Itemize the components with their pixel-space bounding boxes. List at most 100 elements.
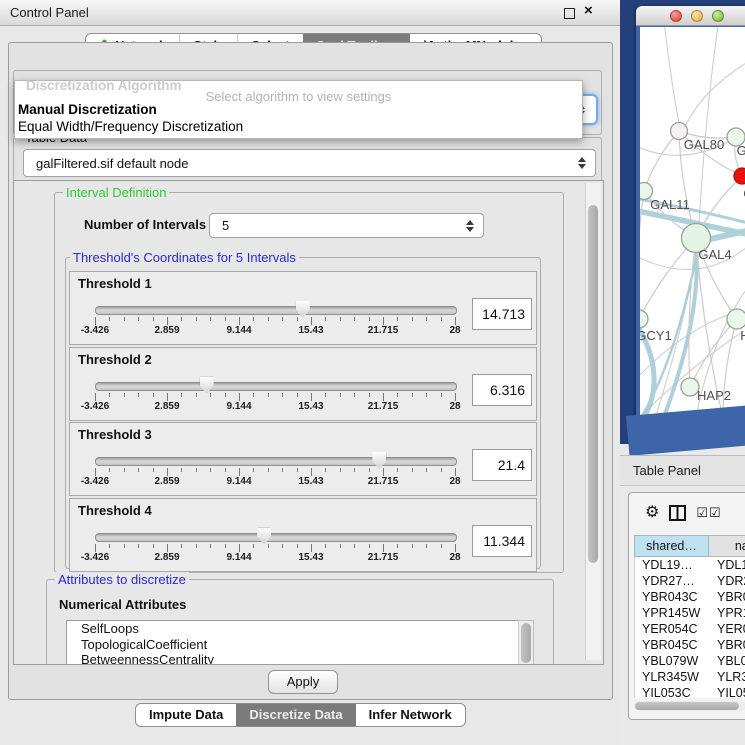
table-row[interactable]: YLR345WYLR34 xyxy=(635,669,745,685)
threshold-value-field[interactable]: 21.4 xyxy=(472,449,532,481)
cell-shared-name: YIL053C xyxy=(635,685,710,698)
cell-name: YDL19 xyxy=(710,557,745,573)
app-root: Control Panel × NetworkStyleSelectCyni T… xyxy=(0,0,745,745)
scrollbar-thumb[interactable] xyxy=(635,702,739,710)
slider-thumb[interactable] xyxy=(296,301,310,318)
network-node-h[interactable] xyxy=(727,309,745,329)
dropdown-option-manual[interactable]: Manual Discretization xyxy=(18,102,157,117)
thresholds-group: Threshold's Coordinates for 5 Intervals … xyxy=(65,257,541,569)
network-node-label: H xyxy=(740,328,745,343)
checkboxes-icon[interactable]: ☑☑ xyxy=(696,505,721,521)
cell-shared-name: YDL19… xyxy=(635,557,710,573)
table-row[interactable]: YER054CYER05 xyxy=(635,621,745,637)
threshold-value-field[interactable]: 6.316 xyxy=(472,374,532,406)
table-row[interactable]: YDR27…YDR27 xyxy=(635,573,745,589)
network-node-label: GA xyxy=(737,143,745,158)
minimize-traffic-light-icon[interactable] xyxy=(691,10,703,22)
float-window-icon[interactable] xyxy=(564,8,575,19)
settings-scroll-panel: Interval Definition Number of Intervals … xyxy=(13,180,604,665)
slider-track[interactable] xyxy=(95,306,457,315)
threshold-value-field[interactable]: 14.713 xyxy=(472,298,532,330)
slider-tick-labels: -3.4262.8599.14415.4321.71528 xyxy=(95,325,455,339)
table-data-combo[interactable]: galFiltered.sif default node xyxy=(23,149,596,177)
num-intervals-value: 5 xyxy=(210,218,465,233)
gear-icon[interactable]: ⚙ xyxy=(645,505,659,521)
table-row[interactable]: YPR145WYPR14 xyxy=(635,605,745,621)
control-panel-titlebar: Control Panel × xyxy=(0,0,620,26)
table-body[interactable]: YDL19…YDL19YDR27…YDR27YBR043CYBR04YPR145… xyxy=(634,557,745,698)
table-panel-title: Table Panel xyxy=(633,463,701,478)
columns-icon[interactable] xyxy=(669,505,686,521)
attributes-list-scrollbar[interactable] xyxy=(518,620,534,665)
network-edge[interactable] xyxy=(723,319,737,418)
right-column: GAL80GACGAL11GAL4GCY1HHAP2 Table Panel ⚙… xyxy=(620,0,745,745)
table-row[interactable]: YIL053CYIL05 xyxy=(635,685,745,698)
network-node-label: GCY1 xyxy=(640,328,672,343)
zoom-traffic-light-icon[interactable] xyxy=(712,10,724,22)
network-node-red[interactable] xyxy=(734,168,745,184)
threshold-label: Threshold 4 xyxy=(78,503,152,518)
interval-definition-group: Interval Definition Number of Intervals … xyxy=(54,192,564,573)
threshold-label: Threshold 1 xyxy=(78,276,152,291)
cell-name: YIL05 xyxy=(710,685,745,698)
num-intervals-combo[interactable]: 5 xyxy=(209,213,484,238)
network-view-window: GAL80GACGAL11GAL4GCY1HHAP2 xyxy=(636,6,745,442)
network-node-label: GAL4 xyxy=(698,247,731,262)
table-data-combo-value: galFiltered.sif default node xyxy=(24,156,577,171)
column-header-name[interactable]: name xyxy=(709,535,745,557)
close-icon[interactable]: × xyxy=(584,2,593,19)
num-intervals-label: Number of Intervals xyxy=(84,217,206,232)
network-canvas[interactable]: GAL80GACGAL11GAL4GCY1HHAP2 xyxy=(640,27,745,422)
slider-thumb[interactable] xyxy=(257,528,271,545)
tab-infer-network[interactable]: Infer Network xyxy=(356,704,465,726)
table-row[interactable]: YBR043CYBR04 xyxy=(635,589,745,605)
attribute-list-item[interactable]: BetweennessCentrality xyxy=(67,652,519,665)
algorithm-dropdown-popup: Discretization Algorithm Select algorith… xyxy=(14,80,583,139)
dropdown-option-equal-width[interactable]: Equal Width/Frequency Discretization xyxy=(18,119,243,134)
control-panel-title: Control Panel xyxy=(10,5,89,20)
spinner-arrows-icon xyxy=(577,157,586,169)
tab-label: Impute Data xyxy=(149,704,223,726)
network-node-gcy1[interactable] xyxy=(640,310,648,328)
threshold-row-2: Threshold 2-3.4262.8599.14415.4321.71528… xyxy=(69,347,537,421)
tab-discretize-data[interactable]: Discretize Data xyxy=(236,704,355,726)
table-row[interactable]: YBR045CYBR04 xyxy=(635,637,745,653)
slider-tick-labels: -3.4262.8599.14415.4321.71528 xyxy=(95,476,455,490)
cell-shared-name: YBR045C xyxy=(635,637,710,653)
column-header-shared-name[interactable]: shared… xyxy=(634,535,709,557)
table-panel-header: Table Panel xyxy=(620,455,745,486)
network-node-label: HAP2 xyxy=(697,388,731,403)
numerical-attributes-label: Numerical Attributes xyxy=(59,597,186,612)
attribute-list-item[interactable]: SelfLoops xyxy=(67,621,519,637)
panel-scrollbar[interactable] xyxy=(585,183,601,660)
threshold-rows: Threshold 1 -3.4262.8599.14415.4321.71528… xyxy=(69,271,537,572)
tab-impute-data[interactable]: Impute Data xyxy=(136,704,236,726)
table-row[interactable]: YBL079WYBL07 xyxy=(635,653,745,669)
attribute-list-item[interactable]: TopologicalCoefficient xyxy=(67,637,519,653)
cell-shared-name: YLR345W xyxy=(635,669,710,685)
scrollbar-thumb[interactable] xyxy=(521,623,531,663)
slider-track[interactable] xyxy=(95,533,457,542)
cell-name: YER05 xyxy=(710,621,745,637)
interval-definition-label: Interval Definition xyxy=(63,185,169,200)
table-row[interactable]: YDL19…YDL19 xyxy=(635,557,745,573)
apply-button[interactable]: Apply xyxy=(268,670,338,694)
slider-track[interactable] xyxy=(95,457,457,466)
slider-track[interactable] xyxy=(95,382,457,391)
spinner-arrows-icon xyxy=(465,220,474,232)
table-panel-toolbar: ⚙ ☑☑ xyxy=(629,493,745,533)
close-traffic-light-icon[interactable] xyxy=(670,10,682,22)
slider-thumb[interactable] xyxy=(200,377,214,394)
network-node-label: GAL11 xyxy=(650,197,690,212)
network-edge[interactable] xyxy=(644,131,679,191)
scrollbar-thumb[interactable] xyxy=(588,205,598,563)
threshold-label: Threshold 3 xyxy=(78,427,152,442)
cell-name: YDR27 xyxy=(710,573,745,589)
cell-name: YBL07 xyxy=(710,653,745,669)
thresholds-group-label: Threshold's Coordinates for 5 Intervals xyxy=(70,250,299,265)
table-horizontal-scrollbar[interactable] xyxy=(634,701,745,711)
threshold-value-field[interactable]: 11.344 xyxy=(472,525,532,557)
tab-label: Discretize Data xyxy=(249,704,342,726)
slider-thumb[interactable] xyxy=(372,452,386,469)
numerical-attributes-list[interactable]: SelfLoopsTopologicalCoefficientBetweenne… xyxy=(66,620,520,665)
